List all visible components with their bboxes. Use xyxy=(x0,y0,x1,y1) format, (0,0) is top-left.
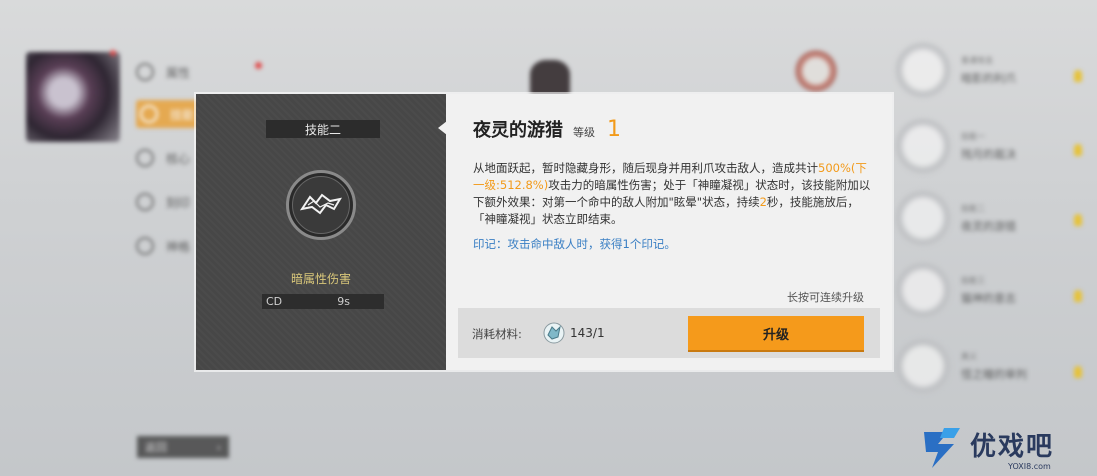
bulb-icon xyxy=(1074,366,1082,378)
menu-item-label: 属性 xyxy=(166,65,191,80)
material-count: 143/1 xyxy=(570,326,605,340)
core-icon xyxy=(136,149,154,167)
level-label: 等级 xyxy=(573,126,595,139)
watermark-url: YOXI8.com xyxy=(1008,462,1051,471)
claw-icon xyxy=(300,193,342,215)
skill-detail-popup: 技能二 暗属性伤害 CD 9s 夜灵的游猎 等级 1 从地面跃起，暂时隐藏身形，… xyxy=(196,94,892,370)
skill-name: 怪之瞳的审判 xyxy=(961,367,1027,381)
skill-icon xyxy=(895,42,951,98)
bulb-icon xyxy=(1074,144,1082,156)
character-figure xyxy=(530,60,570,96)
skill-tag: 技能一 xyxy=(961,131,985,141)
character-portrait[interactable] xyxy=(26,52,120,142)
cooldown-value: 9s xyxy=(337,295,350,308)
cost-bar: 消耗材料: 143/1 升级 xyxy=(458,308,880,358)
upgrade-button[interactable]: 升级 xyxy=(688,316,864,350)
notification-dot xyxy=(255,62,262,69)
watermark: 优戏吧 YOXI8.com xyxy=(918,424,1094,476)
skill-icon xyxy=(895,262,951,318)
back-button[interactable]: 返回 › xyxy=(137,436,229,458)
skill-emblem-icon xyxy=(286,170,356,240)
damage-type-label: 暗属性伤害 xyxy=(290,272,351,286)
skill-icon xyxy=(895,338,951,394)
desc-text: 从地面跃起，暂时隐藏身形，随后现身并用利爪攻击敌人，造成共计 xyxy=(473,161,818,175)
chevron-right-icon: › xyxy=(216,440,221,454)
skill-tag: 奥义 xyxy=(961,351,977,361)
menu-item-attributes[interactable]: 属性 xyxy=(136,58,206,86)
skill-list-item[interactable]: 普通攻击 暗影的利爪 xyxy=(895,40,1055,100)
menu-item-label: 技能 xyxy=(170,107,195,122)
skill-icon xyxy=(895,190,951,246)
skill-summary-panel: 技能二 暗属性伤害 CD 9s xyxy=(196,94,446,370)
skill-name: 猫神的意志 xyxy=(961,291,1016,305)
skill-list-item[interactable]: 技能一 残月的裁决 xyxy=(895,116,1055,176)
attribute-icon xyxy=(136,63,154,81)
notification-dot xyxy=(110,50,116,56)
menu-item-label: 刻印 xyxy=(166,195,191,210)
menu-item-label: 核心 xyxy=(166,151,191,166)
bulb-icon xyxy=(1074,70,1082,82)
watermark-logo-icon xyxy=(924,428,960,468)
watermark-brand: 优戏吧 xyxy=(970,432,1055,462)
skill-name: 残月的裁决 xyxy=(961,147,1016,161)
imprint-icon xyxy=(136,193,154,211)
bulb-icon xyxy=(1074,214,1082,226)
skill-slot-tag: 技能二 xyxy=(266,120,380,138)
skill-tag: 普通攻击 xyxy=(961,55,993,65)
skill-name: 暗影的利爪 xyxy=(961,71,1016,85)
cooldown-bar: CD 9s xyxy=(262,294,384,309)
material-icon xyxy=(543,322,565,344)
skill-thumbnail-icon xyxy=(795,50,837,92)
hold-upgrade-tip: 长按可连续升级 xyxy=(787,291,864,304)
skill-list-item[interactable]: 技能三 猫神的意志 xyxy=(895,260,1055,320)
skill-info-panel: 夜灵的游猎 等级 1 从地面跃起，暂时隐藏身形，随后现身并用利爪攻击敌人，造成共… xyxy=(446,94,892,370)
divinity-icon xyxy=(136,237,154,255)
cooldown-label: CD xyxy=(266,295,283,308)
skill-name: 夜灵的游猎 xyxy=(473,120,563,141)
skill-list-item[interactable]: 技能二 夜灵的游猎 xyxy=(895,188,1055,248)
skill-icon xyxy=(895,118,951,174)
cost-label: 消耗材料: xyxy=(472,327,522,341)
imprint-note: 印记：攻击命中敌人时，获得1个印记。 xyxy=(473,237,676,251)
skill-name: 夜灵的游猎 xyxy=(961,219,1016,233)
skill-tag: 技能三 xyxy=(961,275,985,285)
skill-list-item[interactable]: 奥义 怪之瞳的审判 xyxy=(895,336,1055,396)
skill-tag: 技能二 xyxy=(961,203,985,213)
skill-description: 从地面跃起，暂时隐藏身形，随后现身并用利爪攻击敌人，造成共计500%(下一级:5… xyxy=(473,160,871,228)
level-value: 1 xyxy=(607,117,621,142)
desc-highlight: 2 xyxy=(759,195,767,209)
back-label: 返回 xyxy=(145,441,167,454)
bulb-icon xyxy=(1074,290,1082,302)
menu-item-label: 神格 xyxy=(166,239,191,254)
skill-icon xyxy=(140,105,158,123)
